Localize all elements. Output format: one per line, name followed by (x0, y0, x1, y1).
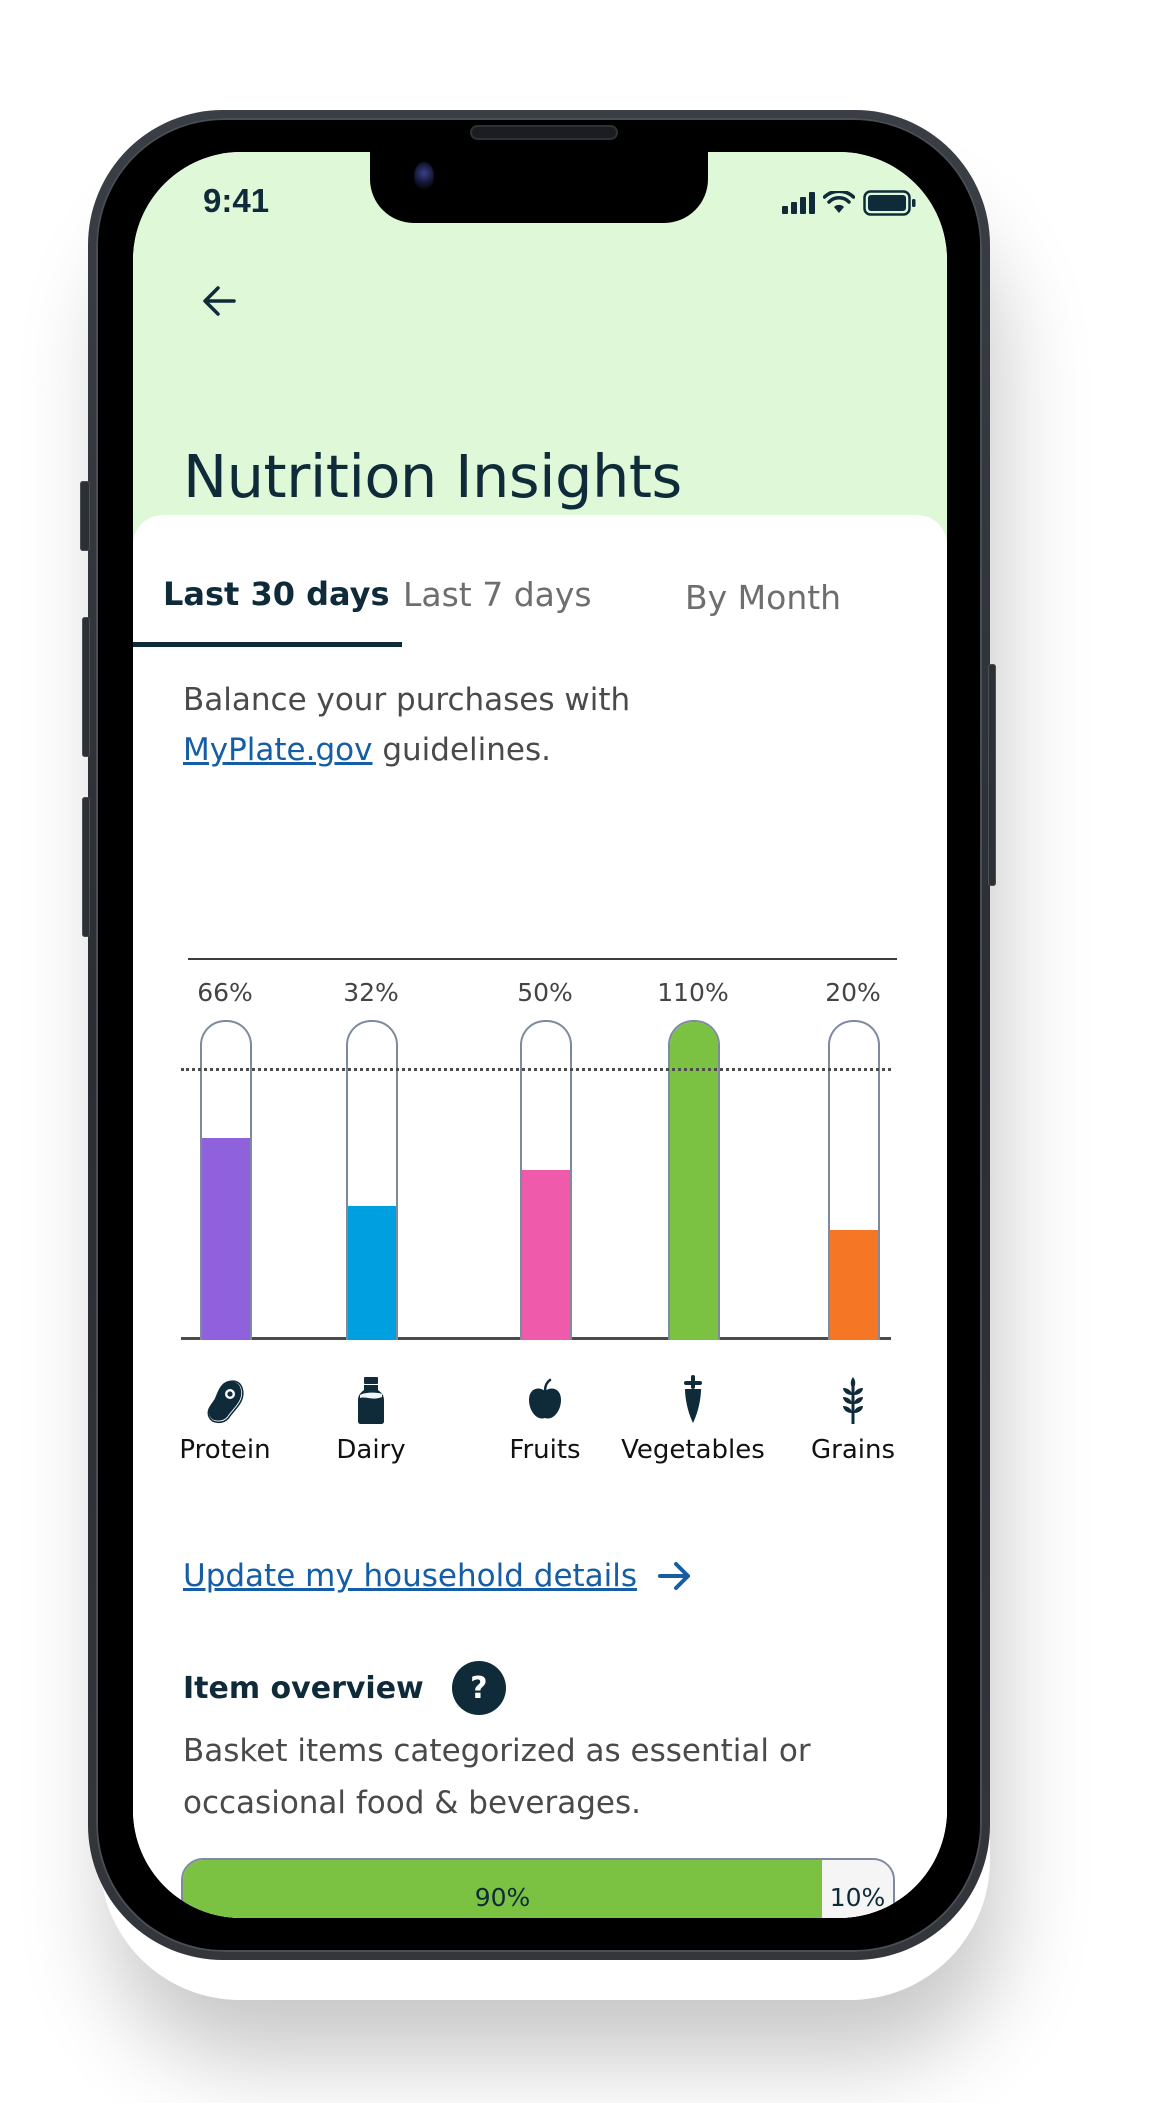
active-tab-indicator (133, 642, 402, 647)
target-line (181, 1068, 891, 1071)
wifi-icon (823, 191, 855, 213)
bar-column-vegetables: 110% (657, 960, 729, 1340)
category-label: Vegetables (621, 1435, 765, 1465)
volume-up-button (82, 617, 90, 757)
notch (370, 152, 708, 223)
period-tabs: Last 30 days Last 7 days By Month (133, 515, 947, 647)
meat-icon (202, 1375, 248, 1425)
status-icons (782, 190, 917, 216)
category-protein: Protein (145, 1375, 305, 1465)
intro-text-after: guidelines. (372, 732, 551, 768)
arrow-left-icon (203, 286, 236, 316)
essentials-split-bar: 90% 10% (181, 1858, 895, 1918)
tab-last-7-days[interactable]: Last 7 days (403, 575, 592, 614)
bar-column-fruits: 50% (515, 960, 575, 1340)
intro-text-before: Balance your purchases with (183, 682, 631, 718)
tab-last-30-days[interactable]: Last 30 days (163, 575, 390, 613)
tab-by-month[interactable]: By Month (685, 578, 841, 617)
content-card: Last 30 days Last 7 days By Month Balanc… (133, 515, 947, 1918)
update-household-label: Update my household details (183, 1558, 638, 1594)
earpiece-speaker (470, 125, 618, 140)
cellular-signal-icon (782, 192, 815, 214)
category-vegetables: Vegetables (613, 1375, 773, 1465)
bar-fill-dairy (348, 1206, 396, 1340)
bar-value-label: 20% (825, 978, 881, 1007)
volume-down-button (82, 797, 90, 937)
front-camera (414, 162, 434, 190)
split-segment-sometimes: 10% (822, 1860, 893, 1918)
category-label: Fruits (509, 1435, 581, 1465)
question-mark-icon[interactable]: ? (451, 1661, 506, 1715)
bar-column-protein: 66% (195, 960, 255, 1340)
split-segment-essentials: 90% (183, 1860, 822, 1918)
bar-fill-protein (202, 1138, 250, 1340)
bar-value-label: 50% (517, 978, 573, 1007)
update-household-link[interactable]: Update my household details (183, 1558, 693, 1594)
wheat-icon (830, 1375, 876, 1425)
bar-column-grains: 20% (823, 960, 883, 1340)
power-button (988, 664, 996, 886)
item-overview-description: Basket items categorized as essential or… (183, 1733, 811, 1821)
category-label: Dairy (336, 1435, 406, 1465)
bar-value-label: 66% (197, 978, 253, 1007)
apple-icon (522, 1375, 568, 1425)
category-fruits: Fruits (465, 1375, 625, 1465)
bar-column-dairy: 32% (341, 960, 401, 1340)
category-grains: Grains (773, 1375, 933, 1465)
bar-fill-fruits (522, 1170, 570, 1340)
screen: 9:41 Nutrition Insights Last 30 days Las… (133, 152, 947, 1918)
battery-icon (863, 190, 916, 216)
arrow-right-icon (658, 1562, 691, 1590)
intro-text: Balance your purchases with MyPlate.gov … (183, 675, 883, 775)
bar-value-label: 110% (657, 978, 729, 1007)
bar-value-label: 32% (343, 978, 399, 1007)
category-label: Protein (179, 1435, 271, 1465)
bar-fill-grains (830, 1230, 878, 1340)
category-label: Grains (810, 1435, 896, 1465)
action-button (80, 481, 90, 551)
myplate-link[interactable]: MyPlate.gov (183, 732, 372, 768)
status-time: 9:41 (203, 182, 270, 219)
item-overview-title: Item overview (183, 1670, 424, 1706)
carrot-icon (670, 1375, 716, 1425)
back-button[interactable] (195, 277, 243, 325)
item-overview-header: Item overview ? (183, 1661, 506, 1715)
milk-bottle-icon (348, 1375, 394, 1425)
category-dairy: Dairy (291, 1375, 451, 1465)
page-title: Nutrition Insights (183, 441, 682, 511)
